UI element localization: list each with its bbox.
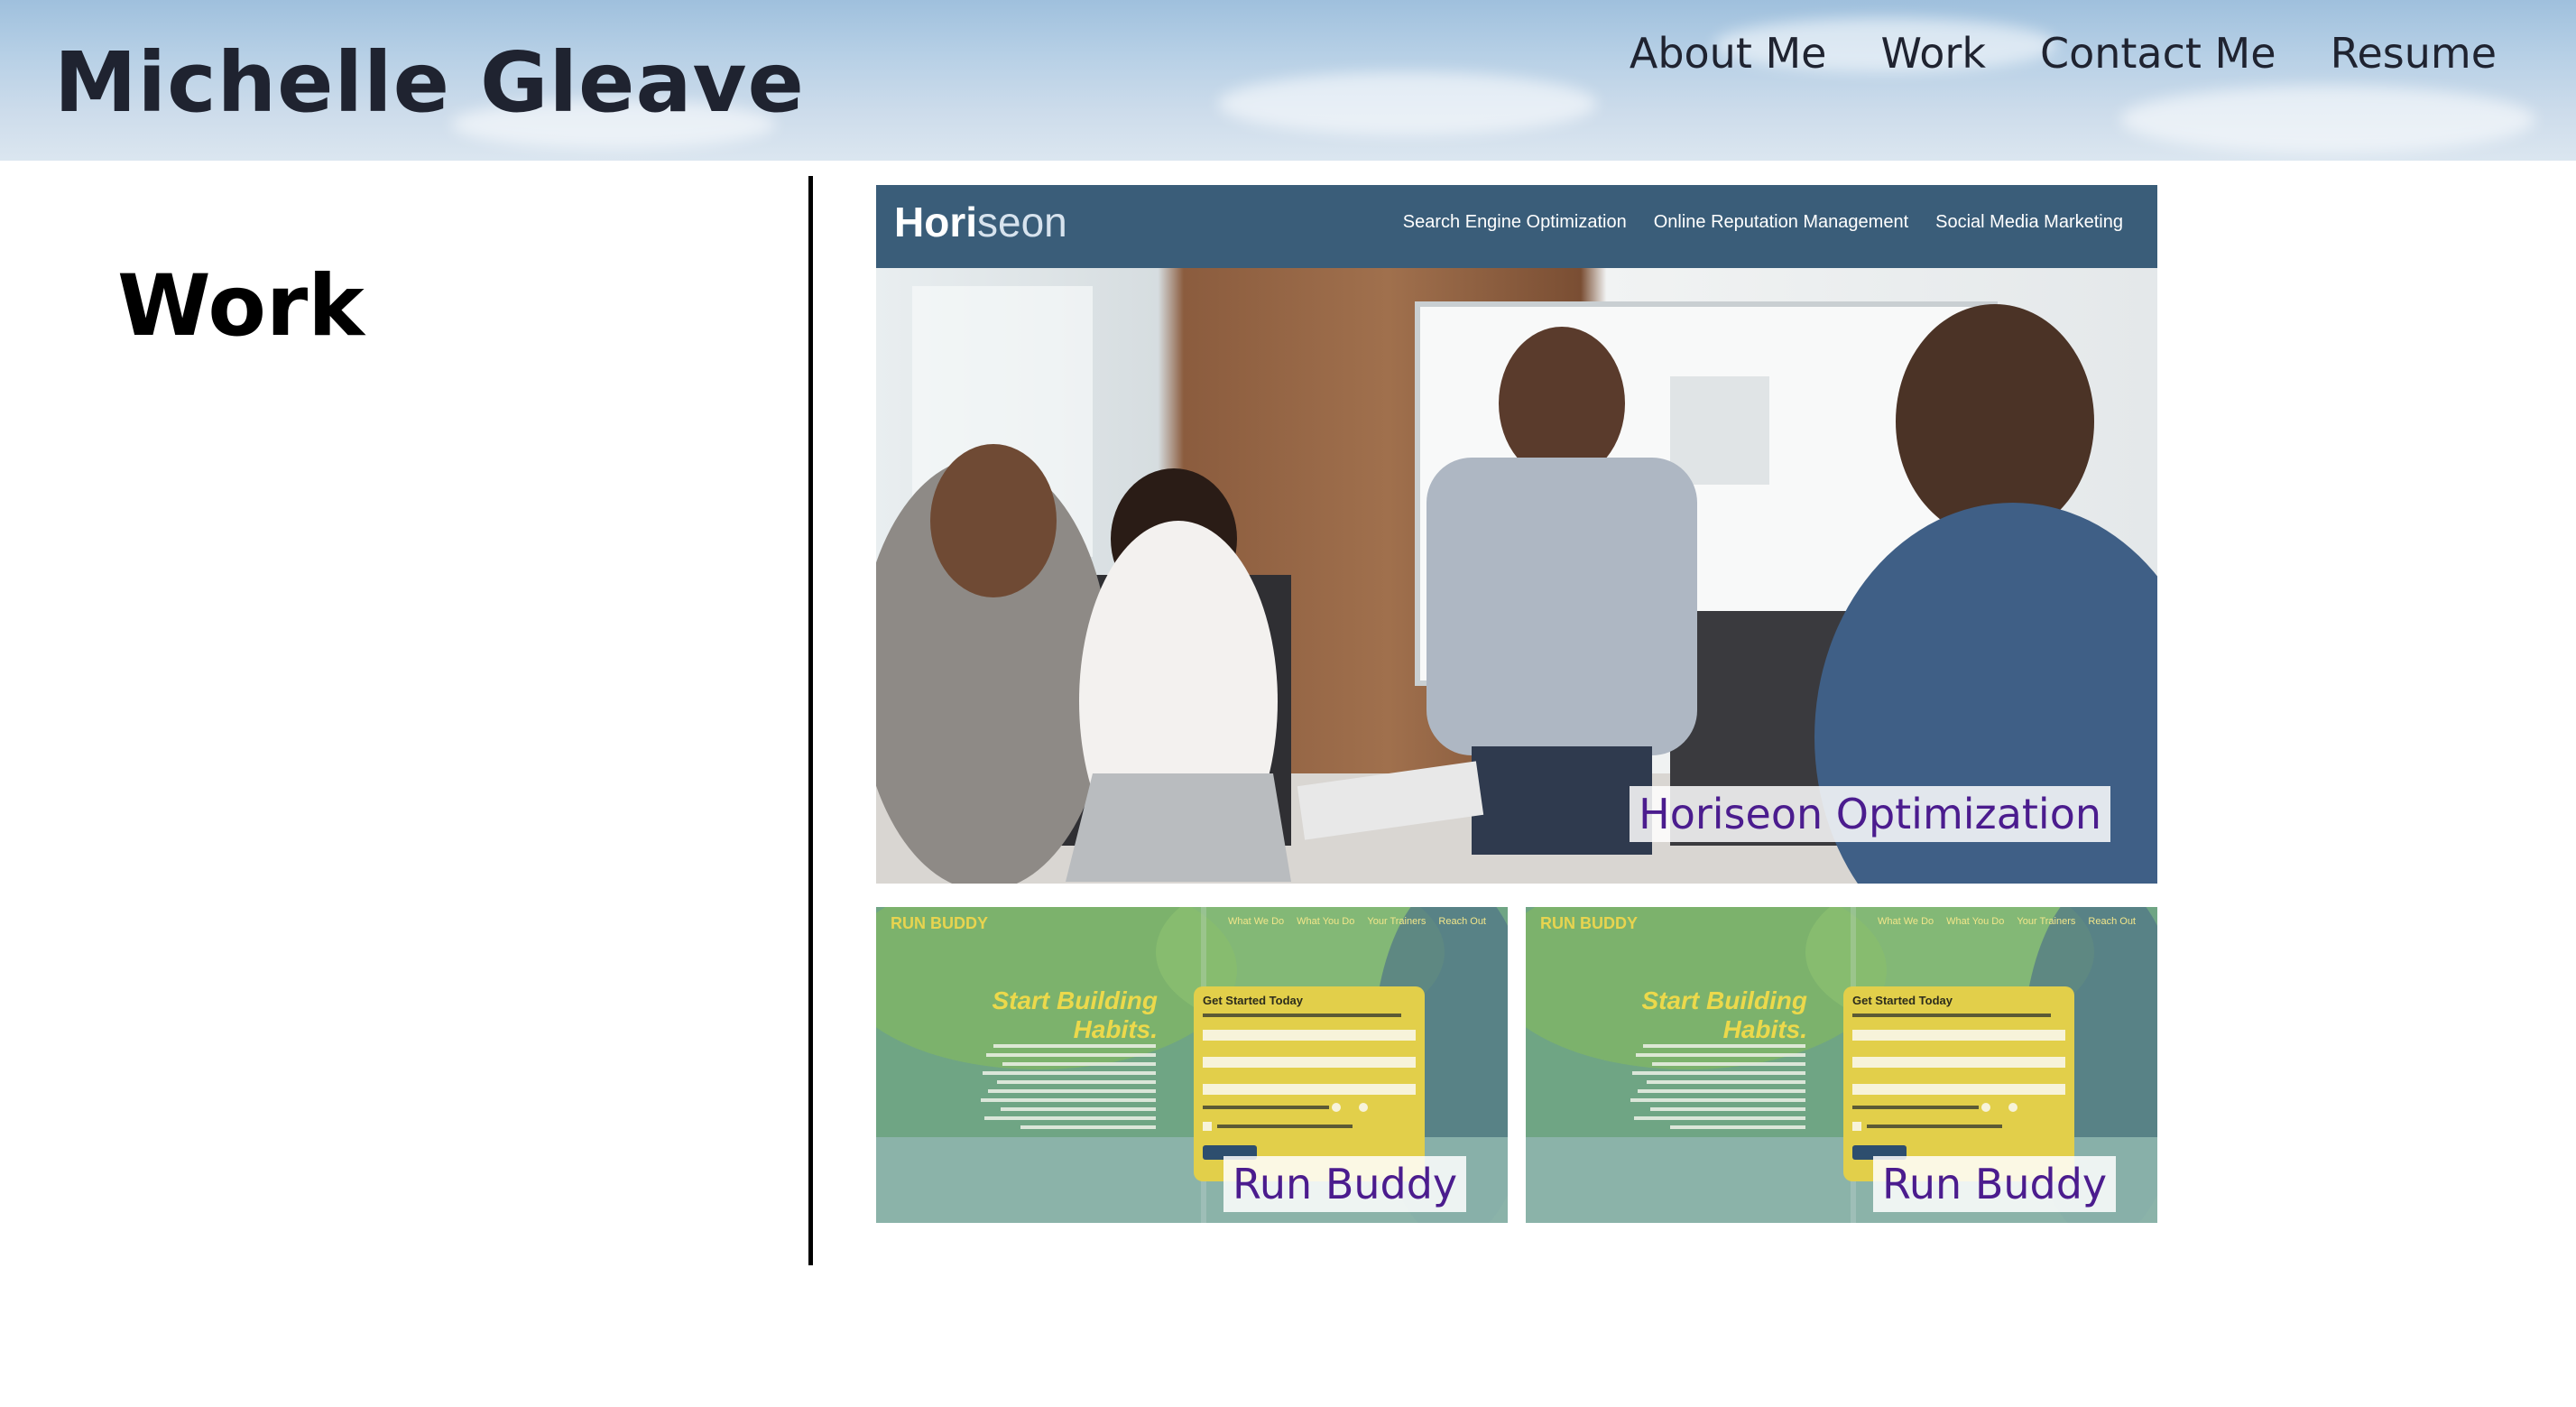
run-buddy-signup-form: Get Started Today	[1194, 986, 1425, 1181]
run-buddy-nav-item: Reach Out	[1438, 916, 1486, 927]
horiseon-nav-item: Social Media Marketing	[1935, 212, 2123, 232]
cloud-decoration	[2120, 86, 2535, 153]
run-buddy-headline: Start Building Habits.	[992, 986, 1158, 1044]
run-buddy-nav-item: Your Trainers	[1367, 916, 1426, 927]
horiseon-logo: Horiseon	[894, 199, 1067, 245]
nav-link-work[interactable]: Work	[1880, 29, 1985, 78]
run-buddy-signup-form: Get Started Today	[1843, 986, 2074, 1181]
run-buddy-headline-line: Start Building	[1641, 986, 1807, 1014]
nav-link-about-me[interactable]: About Me	[1630, 29, 1827, 78]
run-buddy-nav: What We Do What You Do Your Trainers Rea…	[1865, 916, 2136, 927]
run-buddy-nav-item: What We Do	[1878, 916, 1934, 927]
nav-link-resume[interactable]: Resume	[2331, 29, 2497, 78]
run-buddy-nav-item: What You Do	[1946, 916, 2005, 927]
cloud-decoration	[1218, 72, 1597, 135]
project-caption[interactable]: Run Buddy	[1873, 1156, 2117, 1212]
run-buddy-nav-item: Your Trainers	[2017, 916, 2076, 927]
project-card-horiseon[interactable]: Horiseon Search Engine Optimization Onli…	[876, 185, 2157, 884]
section-heading: Work	[117, 257, 365, 356]
main-nav: About Me Work Contact Me Resume	[1575, 29, 2497, 78]
run-buddy-paragraph-lines	[1630, 1044, 1805, 1129]
run-buddy-headline: Start Building Habits.	[1641, 986, 1807, 1044]
project-caption[interactable]: Horiseon Optimization	[1630, 786, 2110, 842]
horiseon-nav-item: Online Reputation Management	[1653, 212, 1909, 232]
run-buddy-nav-item: What You Do	[1297, 916, 1355, 927]
project-caption[interactable]: Run Buddy	[1223, 1156, 1467, 1212]
run-buddy-form-title: Get Started Today	[1203, 994, 1304, 1007]
run-buddy-brand: RUN BUDDY	[891, 914, 988, 932]
run-buddy-nav-item: Reach Out	[2088, 916, 2136, 927]
vertical-divider	[808, 176, 813, 1265]
run-buddy-nav: What We Do What You Do Your Trainers Rea…	[1215, 916, 1486, 927]
project-card-run-buddy[interactable]: RUN BUDDY What We Do What You Do Your Tr…	[876, 907, 1508, 1223]
horiseon-nav-item: Search Engine Optimization	[1402, 212, 1627, 232]
run-buddy-nav-item: What We Do	[1228, 916, 1285, 927]
run-buddy-headline-line: Start Building	[992, 986, 1158, 1014]
run-buddy-form-title: Get Started Today	[1852, 994, 1953, 1007]
run-buddy-paragraph-lines	[981, 1044, 1156, 1129]
site-title: Michelle Gleave	[54, 34, 805, 131]
horiseon-nav: Search Engine Optimization Online Reputa…	[1376, 212, 2123, 233]
site-header: Michelle Gleave About Me Work Contact Me…	[0, 0, 2576, 161]
run-buddy-headline-line: Habits.	[1073, 1015, 1158, 1043]
run-buddy-brand: RUN BUDDY	[1540, 914, 1638, 932]
nav-link-contact-me[interactable]: Contact Me	[2040, 29, 2276, 78]
horiseon-header-bar: Horiseon Search Engine Optimization Onli…	[876, 185, 2157, 268]
project-card-run-buddy[interactable]: RUN BUDDY What We Do What You Do Your Tr…	[1526, 907, 2157, 1223]
run-buddy-headline-line: Habits.	[1722, 1015, 1807, 1043]
